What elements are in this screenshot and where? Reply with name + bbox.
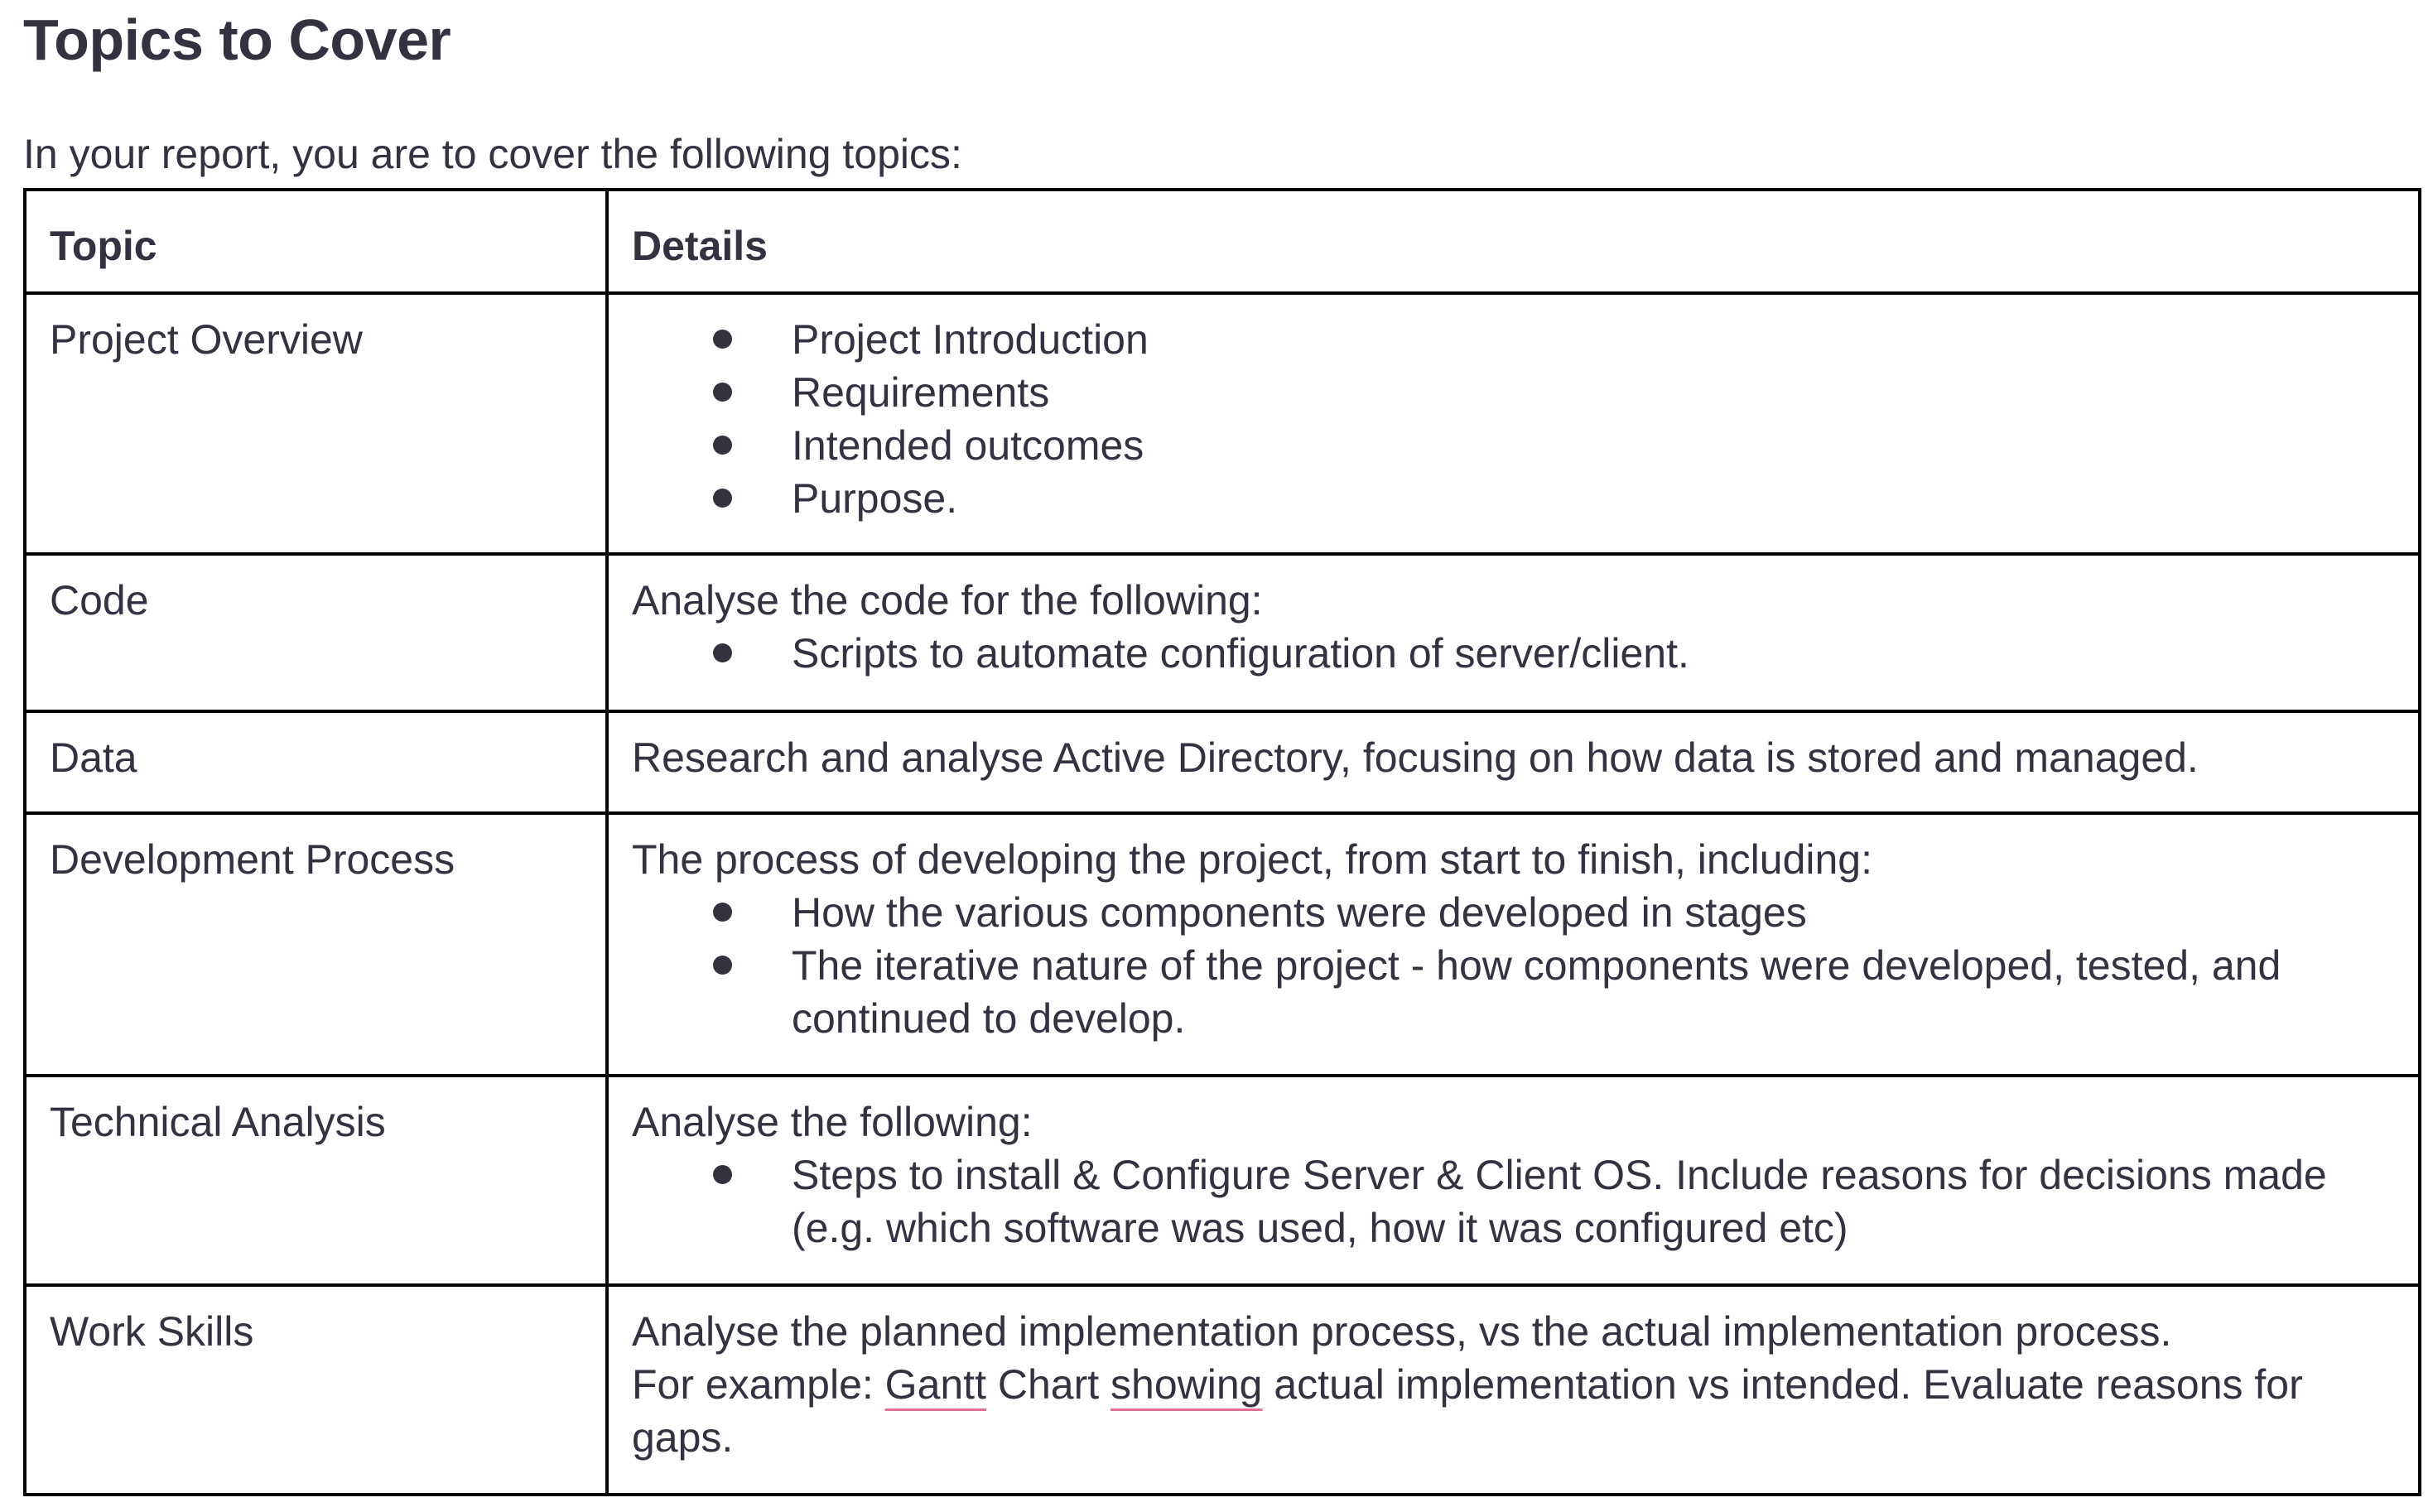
bullet-list: Project Introduction Requirements Intend… (632, 313, 2395, 525)
details-cell: Analyse the planned implementation proce… (605, 1283, 2421, 1496)
list-item-text: The iterative nature of the project - ho… (792, 942, 2281, 1042)
table-header-row: Topic Details (23, 188, 2421, 295)
table-row: Data Research and analyse Active Directo… (23, 710, 2421, 815)
list-item: Intended outcomes (632, 419, 2395, 472)
details-cell: The process of developing the project, f… (605, 811, 2421, 1077)
list-item-text: Steps to install & Configure Server & Cl… (792, 1152, 2327, 1251)
header-details: Details (605, 188, 2421, 295)
bullet-list: How the various components were develope… (632, 886, 2395, 1045)
spellcheck-word-gantt: Gantt (884, 1361, 986, 1408)
list-item-text: Purpose. (792, 475, 958, 522)
list-item: The iterative nature of the project - ho… (632, 939, 2395, 1045)
list-item: Steps to install & Configure Server & Cl… (632, 1148, 2395, 1254)
topic-cell: Project Overview (23, 291, 609, 556)
details-cell: Research and analyse Active Directory, f… (605, 710, 2421, 815)
topic-cell: Data (23, 710, 609, 815)
details-lead-text: Analyse the planned implementation proce… (632, 1308, 2172, 1355)
list-item: Scripts to automate configuration of ser… (632, 627, 2395, 680)
intro-paragraph: In your report, you are to cover the fol… (23, 84, 2416, 190)
bullet-icon (713, 436, 732, 455)
topics-table: Topic Details Project Overview Project I… (23, 188, 2421, 1496)
details-lead-text: Research and analyse Active Directory, f… (632, 734, 2199, 781)
example-prefix: For example: (632, 1361, 885, 1408)
example-text: For example: Gantt Chart showing actual … (632, 1358, 2395, 1464)
table-row: Project Overview Project Introduction Re… (23, 291, 2421, 556)
page-title: Topics to Cover (23, 7, 451, 72)
table-row: Code Analyse the code for the following:… (23, 552, 2421, 713)
details-lead-text: The process of developing the project, f… (632, 836, 1872, 883)
bullet-icon (713, 383, 732, 402)
table-row: Work Skills Analyse the planned implemen… (23, 1283, 2421, 1496)
details-cell: Project Introduction Requirements Intend… (605, 291, 2421, 556)
details-cell: Analyse the following: Steps to install … (605, 1074, 2421, 1287)
topic-cell: Code (23, 552, 609, 713)
topic-cell: Work Skills (23, 1283, 609, 1496)
list-item: Requirements (632, 366, 2395, 419)
bullet-icon (713, 643, 732, 662)
list-item-text: Intended outcomes (792, 422, 1144, 469)
details-lead-text: Analyse the code for the following: (632, 577, 1263, 624)
bullet-icon (713, 330, 732, 349)
details-lead-text: Analyse the following: (632, 1099, 1033, 1145)
bullet-list: Steps to install & Configure Server & Cl… (632, 1148, 2395, 1254)
list-item-text: Project Introduction (792, 316, 1149, 363)
list-item: Purpose. (632, 472, 2395, 525)
topic-cell: Technical Analysis (23, 1074, 609, 1287)
bullet-icon (713, 1165, 732, 1184)
bullet-icon (713, 489, 732, 508)
bullet-icon (713, 903, 732, 922)
header-topic: Topic (23, 188, 609, 295)
list-item-text: Scripts to automate configuration of ser… (792, 630, 1689, 677)
example-mid: Chart (985, 1361, 1111, 1408)
intro-text: In your report, you are to cover the fol… (23, 131, 962, 177)
list-item-text: How the various components were develope… (792, 889, 1807, 936)
table-row: Development Process The process of devel… (23, 811, 2421, 1077)
list-item-text: Requirements (792, 369, 1050, 416)
topic-cell: Development Process (23, 811, 609, 1077)
list-item: Project Introduction (632, 313, 2395, 366)
list-item: How the various components were develope… (632, 886, 2395, 939)
details-cell: Analyse the code for the following: Scri… (605, 552, 2421, 713)
spellcheck-word-showing: showing (1111, 1361, 1263, 1408)
document-page: Topics to Cover In your report, you are … (23, 0, 2421, 1496)
bullet-list: Scripts to automate configuration of ser… (632, 627, 2395, 680)
table-row: Technical Analysis Analyse the following… (23, 1074, 2421, 1287)
bullet-icon (713, 956, 732, 975)
